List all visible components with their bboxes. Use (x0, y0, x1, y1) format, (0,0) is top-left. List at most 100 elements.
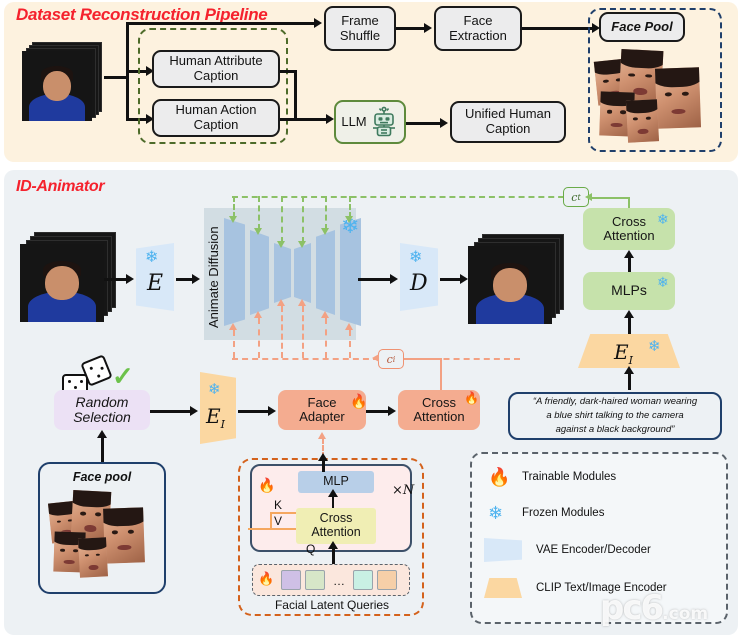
checkmark-icon: ✓ (112, 361, 134, 391)
ct-dash-drop-6 (349, 196, 351, 218)
human-action-caption-box[interactable]: Human Action Caption (152, 99, 280, 137)
face-adapter-line1: Face (307, 394, 337, 410)
frame-shuffle-box[interactable]: Frame Shuffle (324, 6, 396, 51)
arrowhead-adapter-mlp (328, 489, 338, 497)
arrowhead-crossattn-text (624, 250, 634, 258)
input-video-frames (22, 42, 104, 124)
prompt-line-1: “A friendly, dark-haired woman wearing (532, 396, 698, 408)
llm-box[interactable]: LLM (334, 100, 406, 144)
flame-icon-cross-attention-id: 🔥 (464, 391, 479, 405)
human-attribute-caption-box[interactable]: Human Attribute Caption (152, 50, 280, 88)
legend-item-clip: CLIP Text/Image Encoder (484, 578, 667, 598)
latent-query-chip-4 (377, 570, 397, 590)
ci-arrow-2 (254, 311, 262, 318)
face-pool-collage-bottom (47, 488, 158, 588)
prompt-line-3: against a black background” (555, 423, 675, 435)
vae-encoder-glyph: E (147, 271, 164, 296)
vae-decoder-glyph: D (410, 271, 428, 296)
ct-arrow-1 (229, 216, 237, 223)
flame-icon-latent-queries: 🔥 (258, 571, 275, 586)
unified-human-caption-box[interactable]: Unified Human Caption (450, 101, 566, 143)
unet-block-5 (316, 230, 335, 315)
clip-trapezoid-icon-legend (484, 578, 522, 598)
clip-image-encoder-E: E (206, 404, 221, 428)
arrowhead-llm (326, 114, 334, 124)
ct-arrow-4 (298, 241, 306, 248)
face-pool-box[interactable]: Face Pool (599, 12, 685, 42)
ct-inbound-arrow (585, 193, 592, 201)
line-clip-image-to-adapter (238, 410, 270, 413)
ct-dash-drop-2 (258, 196, 260, 230)
legend-label-vae: VAE Encoder/Decoder (536, 544, 651, 556)
legend-label-trainable: Trainable Modules (522, 471, 617, 483)
arrowhead-adapter-inner-out (318, 453, 328, 461)
prompt-line-2: a blue shirt talking to the camera (546, 410, 684, 422)
clip-image-encoder-sub: I (220, 418, 225, 431)
face-pool-collage (593, 48, 720, 146)
unet-block-4 (294, 243, 311, 303)
ci-arrow-5 (321, 311, 329, 318)
line-llm-to-unified (406, 122, 442, 125)
line-caption-merge (294, 70, 297, 118)
snowflake-icon-clip-image: ❄ (208, 381, 221, 398)
line-crossattn-text-to-ct-h (589, 197, 629, 199)
face-adapter-line2: Adapter (299, 409, 345, 424)
line-to-frame-shuffle (126, 22, 316, 25)
arrowhead-face-extraction (424, 23, 432, 33)
face-pool-label-bottom: Face pool (72, 470, 132, 484)
clip-text-encoder-glyph: EI (614, 340, 633, 367)
face-pool-label: Face Pool (611, 18, 673, 34)
ct-dashed-bus (232, 196, 574, 198)
ct-arrow-3 (277, 241, 285, 248)
facial-latent-queries-label: Facial Latent Queries (274, 598, 390, 612)
ct-arrow-5 (321, 228, 329, 235)
panel-title-id-animator: ID-Animator (16, 178, 105, 195)
ci-arrow-4 (298, 299, 306, 306)
line-pool-to-random (101, 436, 104, 462)
ci-arrow-3 (277, 299, 285, 306)
frame-shuffle-line1: Frame (341, 12, 379, 28)
arrowhead-adapter-crossattn (328, 541, 338, 549)
latent-query-ellipsis: … (333, 574, 345, 588)
snowflake-icon-clip-text: ❄ (648, 338, 661, 355)
arrowhead-cross-attention-id (388, 406, 396, 416)
cross-attention-id-line2: Attention (413, 409, 465, 424)
ct-arrow-6 (345, 216, 353, 223)
ct-dash-drop-5 (325, 196, 327, 230)
ci-tag: ci (378, 349, 404, 369)
face-extraction-box[interactable]: Face Extraction (434, 6, 522, 51)
ci-dash-rise-4 (302, 306, 304, 358)
human-attribute-caption-line1: Human Attribute (169, 53, 263, 69)
adapter-repeat-label: ×N (392, 483, 415, 498)
line-action-out (280, 118, 328, 121)
line-crossattn-id-to-ci-v (440, 358, 442, 394)
ct-tag-sub: t (577, 192, 581, 202)
output-video-frames (468, 234, 568, 326)
unified-caption-line2: Caption (485, 121, 531, 136)
cross-attention-text-line2: Attention (603, 228, 655, 243)
line-decoder-to-output (440, 278, 462, 281)
llm-label: LLM (341, 113, 367, 129)
arrowhead-unet (192, 274, 200, 284)
mlps-label: MLPs (611, 282, 647, 299)
text-prompt-box[interactable]: “A friendly, dark-haired woman wearing a… (508, 392, 722, 440)
unified-caption-line1: Unified Human (465, 106, 551, 122)
line-clip-to-mlps (628, 316, 631, 336)
line-kv-connector (270, 512, 272, 528)
line-k-in (270, 512, 296, 514)
arrowhead-random-selection (97, 430, 107, 438)
ci-dash-rise-1 (233, 330, 235, 358)
line-unet-to-decoder (358, 278, 392, 281)
snowflake-icon-legend: ❄ (488, 503, 504, 523)
clip-text-encoder-E: E (614, 340, 629, 364)
line-adapter-to-crossattn-id (366, 410, 390, 413)
random-selection-module[interactable]: Random Selection (54, 390, 150, 430)
adapter-crossattn-line2: Attention (311, 525, 361, 539)
line-frames-to-encoder (104, 278, 128, 281)
snowflake-icon-cross-attention-text: ❄ (657, 211, 669, 227)
ci-dash-rise-2 (258, 318, 260, 358)
line-random-to-clip-image (150, 410, 192, 413)
line-prompt-to-clip (628, 372, 631, 390)
legend-item-frozen: ❄ Frozen Modules (488, 504, 604, 522)
adapter-cross-attention-module[interactable]: Cross Attention (296, 508, 376, 544)
